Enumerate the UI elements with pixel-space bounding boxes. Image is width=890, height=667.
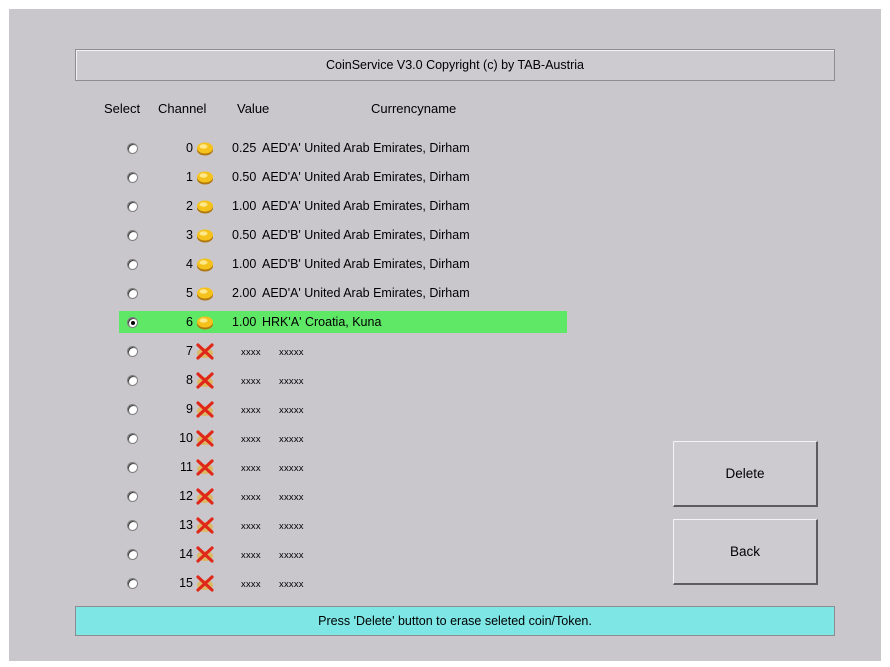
coin-row[interactable]: 10 xxxx xxxxx: [119, 427, 579, 449]
cross-icon: [195, 516, 215, 534]
channel-number: 15: [179, 576, 193, 590]
select-radio[interactable]: [127, 578, 138, 589]
status-message: Press 'Delete' button to erase seleted c…: [318, 614, 592, 628]
select-radio[interactable]: [127, 172, 138, 183]
coin-row[interactable]: 4 1.00 AED'B' United Arab Emirates, Dirham: [119, 253, 579, 275]
coin-row[interactable]: 12 xxxx xxxxx: [119, 485, 579, 507]
channel-number: 6: [186, 315, 193, 329]
select-radio[interactable]: [127, 404, 138, 415]
select-radio[interactable]: [127, 433, 138, 444]
column-header-channel: Channel: [158, 101, 207, 116]
channel-number: 9: [186, 402, 193, 416]
channel-number: 7: [186, 344, 193, 358]
currency-name: xxxxx: [279, 405, 304, 416]
coin-icon: [195, 226, 215, 244]
currency-name: xxxxx: [279, 347, 304, 358]
select-radio[interactable]: [127, 346, 138, 357]
column-header-currency: Currencyname: [371, 101, 457, 116]
currency-name: AED'A' United Arab Emirates, Dirham: [262, 170, 470, 184]
cross-icon: [195, 429, 215, 447]
back-button[interactable]: Back: [673, 519, 818, 585]
column-header-select: Select: [104, 101, 141, 116]
coin-row[interactable]: 6 1.00 HRK'A' Croatia, Kuna: [119, 311, 579, 333]
coin-row[interactable]: 7 xxxx xxxxx: [119, 340, 579, 362]
column-header-value: Value: [237, 101, 270, 116]
channel-number: 4: [186, 257, 193, 271]
coin-row[interactable]: 0 0.25 AED'A' United Arab Emirates, Dirham: [119, 137, 579, 159]
currency-name: AED'A' United Arab Emirates, Dirham: [262, 199, 470, 213]
select-radio[interactable]: [127, 462, 138, 473]
select-radio[interactable]: [127, 520, 138, 531]
app-title: CoinService V3.0 Copyright (c) by TAB-Au…: [326, 58, 584, 72]
select-radio[interactable]: [127, 143, 138, 154]
coin-row[interactable]: 9 xxxx xxxxx: [119, 398, 579, 420]
cross-icon: [195, 342, 215, 360]
coin-icon: [195, 284, 215, 302]
coin-icon: [195, 139, 215, 157]
coin-icon: [195, 313, 215, 331]
channel-number: 1: [186, 170, 193, 184]
status-bar: Press 'Delete' button to erase seleted c…: [75, 606, 835, 636]
cross-icon: [195, 371, 215, 389]
channel-number: 13: [179, 518, 193, 532]
channel-number: 0: [186, 141, 193, 155]
coin-icon: [195, 197, 215, 215]
title-bar: CoinService V3.0 Copyright (c) by TAB-Au…: [75, 49, 835, 81]
currency-name: xxxxx: [279, 376, 304, 387]
select-radio[interactable]: [127, 549, 138, 560]
select-radio[interactable]: [127, 491, 138, 502]
currency-name: xxxxx: [279, 521, 304, 532]
delete-button[interactable]: Delete: [673, 441, 818, 507]
cross-icon: [195, 458, 215, 476]
coin-row[interactable]: 11 xxxx xxxxx: [119, 456, 579, 478]
cross-icon: [195, 545, 215, 563]
select-radio[interactable]: [127, 201, 138, 212]
currency-name: xxxxx: [279, 579, 304, 590]
currency-name: xxxxx: [279, 492, 304, 503]
coin-row[interactable]: 14 xxxx xxxxx: [119, 543, 579, 565]
coin-icon: [195, 168, 215, 186]
select-radio[interactable]: [127, 288, 138, 299]
coin-icon: [195, 255, 215, 273]
select-radio[interactable]: [127, 230, 138, 241]
channel-number: 2: [186, 199, 193, 213]
coin-row[interactable]: 5 2.00 AED'A' United Arab Emirates, Dirham: [119, 282, 579, 304]
coin-row[interactable]: 2 1.00 AED'A' United Arab Emirates, Dirham: [119, 195, 579, 217]
coin-row[interactable]: 13 xxxx xxxxx: [119, 514, 579, 536]
currency-name: AED'A' United Arab Emirates, Dirham: [262, 286, 470, 300]
coin-row[interactable]: 8 xxxx xxxxx: [119, 369, 579, 391]
coin-row[interactable]: 1 0.50 AED'A' United Arab Emirates, Dirham: [119, 166, 579, 188]
currency-name: AED'B' United Arab Emirates, Dirham: [262, 257, 470, 271]
coinservice-window: CoinService V3.0 Copyright (c) by TAB-Au…: [9, 9, 881, 661]
cross-icon: [195, 487, 215, 505]
channel-number: 10: [179, 431, 193, 445]
currency-name: xxxxx: [279, 434, 304, 445]
currency-name: AED'A' United Arab Emirates, Dirham: [262, 141, 470, 155]
channel-number: 5: [186, 286, 193, 300]
cross-icon: [195, 400, 215, 418]
channel-number: 8: [186, 373, 193, 387]
currency-name: AED'B' United Arab Emirates, Dirham: [262, 228, 470, 242]
select-radio[interactable]: [127, 317, 138, 328]
cross-icon: [195, 574, 215, 592]
channel-number: 12: [179, 489, 193, 503]
channel-number: 11: [180, 460, 193, 474]
coin-row[interactable]: 15 xxxx xxxxx: [119, 572, 579, 594]
select-radio[interactable]: [127, 259, 138, 270]
currency-name: xxxxx: [279, 550, 304, 561]
currency-name: xxxxx: [279, 463, 304, 474]
select-radio[interactable]: [127, 375, 138, 386]
channel-number: 3: [186, 228, 193, 242]
coin-row[interactable]: 3 0.50 AED'B' United Arab Emirates, Dirham: [119, 224, 579, 246]
channel-number: 14: [179, 547, 193, 561]
currency-name: HRK'A' Croatia, Kuna: [262, 315, 382, 329]
